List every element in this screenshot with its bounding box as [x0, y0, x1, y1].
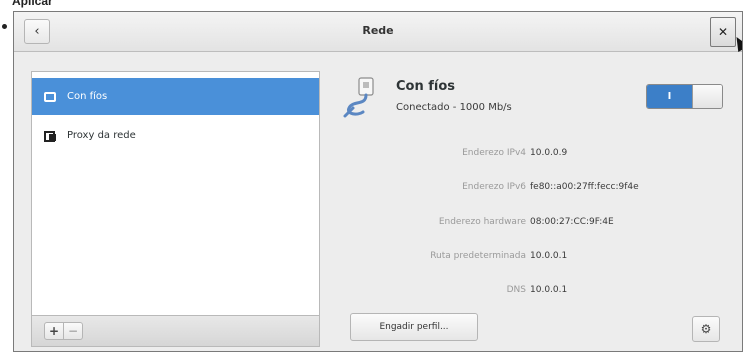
add-connection-button[interactable]: + — [44, 322, 64, 340]
sidebar: Con fíos Proxy da rede + − — [31, 71, 320, 347]
network-icon — [44, 91, 56, 102]
toggle-on-indicator: I — [647, 85, 692, 108]
sidebar-item-label: Con fíos — [67, 91, 108, 102]
plus-icon: + — [48, 324, 60, 338]
remove-connection-button[interactable]: − — [63, 322, 83, 340]
detail-value: 10.0.0.1 — [530, 285, 568, 295]
detail-row-dns: DNS 10.0.0.1 — [336, 285, 736, 301]
header-bar: ‹ Rede ✕ — [14, 12, 742, 53]
detail-label: Enderezo IPv4 — [462, 148, 526, 158]
minus-icon: − — [67, 324, 79, 338]
sidebar-item-label: Proxy da rede — [67, 130, 136, 141]
detail-row-ipv4: Enderezo IPv4 10.0.0.9 — [336, 148, 736, 164]
window-title: Rede — [362, 24, 394, 37]
connection-status: Conectado - 1000 Mb/s — [396, 102, 512, 113]
detail-value: 10.0.0.9 — [530, 148, 568, 158]
detail-value: 08:00:27:CC:9F:4E — [530, 217, 614, 227]
page-caption: Aplicar — [12, 0, 53, 8]
list-bullet — [2, 24, 7, 29]
gear-icon: ⚙ — [700, 322, 712, 336]
connection-name: Con fíos — [396, 79, 456, 94]
detail-label: DNS — [506, 285, 526, 295]
detail-row-gateway: Ruta predeterminada 10.0.0.1 — [336, 251, 736, 267]
close-icon: ✕ — [717, 25, 729, 39]
detail-row-ipv6: Enderezo IPv6 fe80::a00:27ff:fecc:9f4e — [336, 182, 736, 198]
toggle-knob — [692, 85, 722, 108]
add-profile-button[interactable]: Engadir perfil... — [350, 313, 478, 341]
proxy-icon — [44, 130, 56, 142]
settings-button[interactable]: ⚙ — [692, 316, 720, 342]
detail-label: Enderezo hardware — [438, 217, 526, 227]
detail-value: fe80::a00:27ff:fecc:9f4e — [530, 182, 639, 192]
sidebar-item-proxy[interactable]: Proxy da rede — [32, 117, 319, 154]
detail-row-hardware: Enderezo hardware 08:00:27:CC:9F:4E — [336, 217, 736, 233]
sidebar-toolbar: + − — [32, 315, 319, 346]
sidebar-item-wired[interactable]: Con fíos — [32, 78, 319, 115]
network-settings-window: ‹ Rede ✕ Con fíos Proxy da rede + − Con … — [13, 11, 743, 352]
detail-label: Enderezo IPv6 — [462, 182, 526, 192]
detail-label: Ruta predeterminada — [430, 251, 526, 261]
connection-details-panel: Con fíos Conectado - 1000 Mb/s I Enderez… — [336, 71, 736, 347]
connection-toggle-switch[interactable]: I — [646, 84, 723, 109]
detail-value: 10.0.0.1 — [530, 251, 568, 261]
wired-network-icon — [343, 77, 374, 118]
